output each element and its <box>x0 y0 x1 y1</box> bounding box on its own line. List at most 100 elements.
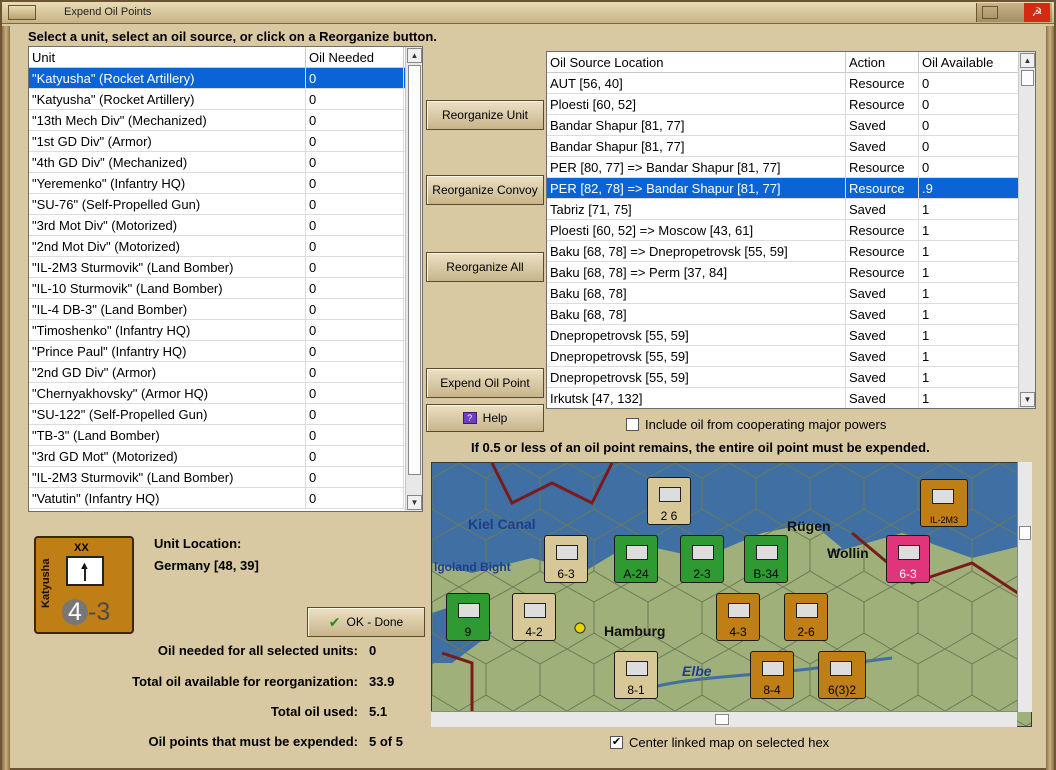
scroll-thumb[interactable] <box>715 714 729 725</box>
map-counter-wehrmacht[interactable]: 6(3)2 <box>818 651 866 699</box>
unit-row[interactable]: "Vatutin" (Infantry HQ) 0 <box>29 488 422 509</box>
reorganize-unit-button[interactable]: Reorganize Unit <box>426 100 544 130</box>
unit-row[interactable]: "IL-4 DB-3" (Land Bomber) 0 <box>29 299 422 320</box>
map-counter-mech[interactable]: 2-3 <box>680 535 724 583</box>
unit-row[interactable]: "Katyusha" (Rocket Artillery) 0 <box>29 68 422 89</box>
unit-list[interactable]: Unit Oil Needed "Katyusha" (Rocket Artil… <box>28 46 423 512</box>
unit-row[interactable]: "SU-122" (Self-Propelled Gun) 0 <box>29 404 422 425</box>
oil-list-header: Oil Source Location Action Oil Available <box>547 52 1035 73</box>
map-counter-royal-inf[interactable]: 6-3 <box>544 535 588 583</box>
unit-row[interactable]: "2nd GD Div" (Armor) 0 <box>29 362 422 383</box>
unit-row[interactable]: "Katyusha" (Rocket Artillery) 0 <box>29 89 422 110</box>
unit-row[interactable]: "3rd Mot Div" (Motorized) 0 <box>29 215 422 236</box>
help-button[interactable]: ? Help <box>426 404 544 432</box>
expend-oil-point-button[interactable]: Expend Oil Point <box>426 368 544 398</box>
map-counter-katyusha[interactable]: 4-3 <box>716 593 760 641</box>
oil-source-row[interactable]: PER [80, 77] => Bandar Shapur [81, 77] Re… <box>547 157 1035 178</box>
column-header-oil-source-location[interactable]: Oil Source Location <box>547 52 846 72</box>
map-counter-manchester[interactable]: 4-2 <box>512 593 556 641</box>
unit-row[interactable]: "IL-10 Sturmovik" (Land Bomber) 0 <box>29 278 422 299</box>
scroll-thumb[interactable] <box>1021 70 1034 86</box>
oil-source-row[interactable]: PER [82, 78] => Bandar Shapur [81, 77] Re… <box>547 178 1035 199</box>
oil-location-cell: AUT [56, 40] <box>547 73 846 93</box>
oil-location-cell: PER [82, 78] => Bandar Shapur [81, 77] <box>547 178 846 198</box>
unit-name-cell: "IL-2M3 Sturmovik" (Land Bomber) <box>29 257 306 277</box>
map-horizontal-scrollbar[interactable] <box>431 711 1017 727</box>
oil-source-row[interactable]: AUT [56, 40] Resource 0 <box>547 73 1035 94</box>
window-menu-icon[interactable] <box>8 5 36 20</box>
scroll-up-icon[interactable]: ▲ <box>1020 53 1035 68</box>
map-counter-ventura[interactable]: B-34 <box>744 535 788 583</box>
oil-source-row[interactable]: Bandar Shapur [81, 77] Saved 0 <box>547 136 1035 157</box>
map-counter-3rd-gd[interactable]: 8-4 <box>750 651 794 699</box>
reorganize-all-button[interactable]: Reorganize All <box>426 252 544 282</box>
map-vertical-scrollbar[interactable] <box>1017 462 1032 712</box>
oil-source-row[interactable]: Baku [68, 78] Saved 1 <box>547 283 1035 304</box>
oil-source-row[interactable]: Baku [68, 78] Saved 1 <box>547 304 1035 325</box>
column-header-oil-available[interactable]: Oil Available <box>919 52 1019 72</box>
column-header-oil-needed[interactable]: Oil Needed <box>306 47 404 67</box>
ok-done-button[interactable]: ✔ OK - Done <box>307 607 425 637</box>
oil-source-row[interactable]: Dnepropetrovsk [55, 59] Saved 1 <box>547 346 1035 367</box>
unit-name-cell: "Vatutin" (Infantry HQ) <box>29 488 306 508</box>
oil-source-row[interactable]: Tabriz [71, 75] Saved 1 <box>547 199 1035 220</box>
stat-label-oil-points-expended: Oil points that must be expended: <box>148 734 358 749</box>
linked-map[interactable]: Kiel Canal Rügen Wollin Hamburg Elbe lgo… <box>431 462 1032 727</box>
title-bar[interactable]: Expend Oil Points ☭ <box>2 2 1054 24</box>
oil-action-cell: Resource <box>846 157 919 177</box>
unit-row[interactable]: "13th Mech Div" (Mechanized) 0 <box>29 110 422 131</box>
oil-source-row[interactable]: Ploesti [60, 52] => Moscow [43, 61] Resou… <box>547 220 1035 241</box>
checkbox-box[interactable] <box>626 418 639 431</box>
scroll-thumb[interactable] <box>1019 526 1031 540</box>
map-counter-il2m3[interactable]: IL-2M3 <box>920 479 968 527</box>
oil-source-list[interactable]: Oil Source Location Action Oil Available… <box>546 51 1036 409</box>
oil-location-cell: Irkutsk [47, 132] <box>547 388 846 408</box>
unit-row[interactable]: "Chernyakhovsky" (Armor HQ) 0 <box>29 383 422 404</box>
unit-row[interactable]: "1st GD Div" (Armor) 0 <box>29 131 422 152</box>
checkbox-box[interactable]: ✔ <box>610 736 623 749</box>
center-linked-map-checkbox[interactable]: ✔ Center linked map on selected hex <box>610 735 829 750</box>
unit-row[interactable]: "SU-76" (Self-Propelled Gun) 0 <box>29 194 422 215</box>
unit-row[interactable]: "Prince Paul" (Infantry HQ) 0 <box>29 341 422 362</box>
oil-list-scrollbar[interactable]: ▲ ▼ <box>1018 52 1035 408</box>
unit-list-scrollbar[interactable]: ▲ ▼ <box>405 47 422 511</box>
close-icon[interactable]: ☭ <box>1024 3 1050 22</box>
unit-row[interactable]: "Yeremenko" (Infantry HQ) 0 <box>29 173 422 194</box>
oil-action-cell: Resource <box>846 220 919 240</box>
oil-source-row[interactable]: Dnepropetrovsk [55, 59] Saved 1 <box>547 367 1035 388</box>
oil-source-row[interactable]: Ploesti [60, 52] Resource 0 <box>547 94 1035 115</box>
column-header-action[interactable]: Action <box>846 52 919 72</box>
left-frame-border <box>2 26 10 770</box>
unit-row[interactable]: "4th GD Div" (Mechanized) 0 <box>29 152 422 173</box>
instruction-text: Select a unit, select an oil source, or … <box>28 29 437 44</box>
map-counter-prince[interactable]: 6-3 <box>886 535 930 583</box>
scroll-down-icon[interactable]: ▼ <box>1020 392 1035 407</box>
map-counter-whirlwind[interactable]: 2 6 <box>647 477 691 525</box>
map-counter-p40n[interactable]: 9 <box>446 593 490 641</box>
oil-source-row[interactable]: Dnepropetrovsk [55, 59] Saved 1 <box>547 325 1035 346</box>
scroll-down-icon[interactable]: ▼ <box>407 495 422 510</box>
oil-source-row[interactable]: Bandar Shapur [81, 77] Saved 0 <box>547 115 1035 136</box>
map-counter-xi-corps[interactable]: 8-1 <box>614 651 658 699</box>
oil-available-cell: 1 <box>919 346 1019 366</box>
unit-row[interactable]: "Timoshenko" (Infantry HQ) 0 <box>29 320 422 341</box>
oil-source-row[interactable]: Baku [68, 78] => Perm [37, 84] Resource 1 <box>547 262 1035 283</box>
scroll-thumb[interactable] <box>408 65 421 475</box>
scroll-up-icon[interactable]: ▲ <box>407 48 422 63</box>
reorganize-convoy-button[interactable]: Reorganize Convoy <box>426 175 544 205</box>
unit-name-cell: "4th GD Div" (Mechanized) <box>29 152 306 172</box>
unit-row[interactable]: "3rd GD Mot" (Motorized) 0 <box>29 446 422 467</box>
include-cooperating-oil-checkbox[interactable]: Include oil from cooperating major power… <box>626 417 886 432</box>
minimize-icon[interactable] <box>982 6 998 19</box>
ok-done-label: OK - Done <box>346 615 404 629</box>
map-counter-4th-gd[interactable]: 2-6 <box>784 593 828 641</box>
oil-source-row[interactable]: Irkutsk [47, 132] Saved 1 <box>547 388 1035 408</box>
map-counter-dauntless[interactable]: A-24 <box>614 535 658 583</box>
unit-row[interactable]: "TB-3" (Land Bomber) 0 <box>29 425 422 446</box>
unit-row[interactable]: "IL-2M3 Sturmovik" (Land Bomber) 0 <box>29 467 422 488</box>
hq-icon <box>898 545 920 560</box>
unit-row[interactable]: "IL-2M3 Sturmovik" (Land Bomber) 0 <box>29 257 422 278</box>
oil-source-row[interactable]: Baku [68, 78] => Dnepropetrovsk [55, 59]… <box>547 241 1035 262</box>
unit-row[interactable]: "2nd Mot Div" (Motorized) 0 <box>29 236 422 257</box>
column-header-unit[interactable]: Unit <box>29 47 306 67</box>
